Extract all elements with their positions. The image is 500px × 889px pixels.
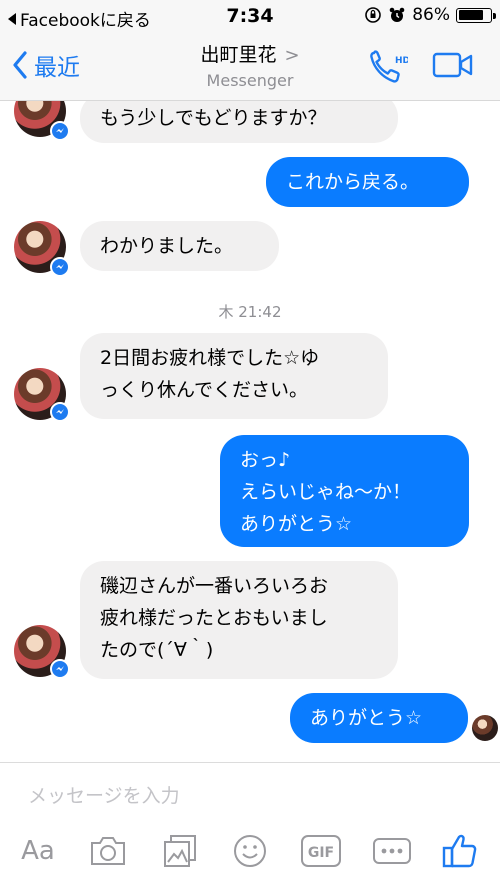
timestamp-divider: 木 21:42	[218, 303, 282, 321]
battery-icon	[456, 7, 496, 23]
message-bubble-outgoing[interactable]: ありがとう☆	[290, 693, 468, 743]
camera-icon	[91, 837, 125, 865]
message-thread[interactable]: もう少しでもどりますか？ これから戻る。 わかりました。 木 21:42 2日間…	[0, 101, 500, 761]
text-format-button[interactable]: Aa	[18, 829, 58, 873]
gallery-icon	[164, 835, 196, 867]
battery-level-fill	[458, 10, 484, 20]
message-bubble-incoming[interactable]: わかりました。	[80, 221, 279, 271]
smiley-icon	[234, 835, 266, 867]
status-bar: Facebookに戻る 7:34 86%	[0, 0, 500, 34]
video-camera-icon	[432, 52, 473, 78]
phone-hd-icon: HD	[370, 50, 410, 83]
thumbs-up-icon	[442, 834, 477, 868]
gif-label: GIF	[308, 845, 334, 861]
message-bubble-incoming[interactable]: 2日間お疲れ様でした☆ゆ っくり休んでください。	[80, 333, 388, 419]
battery-percent: 86%	[412, 5, 450, 25]
gif-button[interactable]: GIF	[298, 829, 344, 873]
message-bubble-incoming[interactable]: 磯辺さんが一番いろいろお 疲れ様だったとおもいまし たので(´∀｀)	[80, 561, 398, 679]
contact-subtitle: Messenger	[206, 71, 294, 90]
alarm-icon	[389, 7, 405, 22]
message-bubble-outgoing[interactable]: おっ♪ えらいじゃね〜か！ ありがとう☆	[220, 435, 469, 547]
status-indicators: 86%	[364, 5, 496, 25]
hd-label: HD	[395, 56, 408, 66]
like-button[interactable]	[438, 829, 482, 873]
message-bubble-incoming[interactable]: もう少しでもどりますか？	[80, 101, 398, 143]
read-receipt-avatar	[472, 715, 498, 741]
message-bubble-outgoing[interactable]: これから戻る。	[266, 157, 469, 207]
messenger-badge-icon	[50, 257, 70, 277]
composer-toolbar: Aa GIF	[0, 829, 500, 879]
sticker-button[interactable]	[228, 829, 272, 873]
messenger-badge-icon	[50, 402, 70, 422]
contact-title[interactable]: 出町里花 > Messenger	[0, 40, 500, 90]
gallery-button[interactable]	[158, 829, 202, 873]
camera-button[interactable]	[86, 829, 130, 873]
contact-name: 出町里花	[200, 44, 277, 66]
video-call-button[interactable]	[432, 50, 474, 84]
more-button[interactable]	[370, 829, 414, 873]
messenger-badge-icon	[50, 121, 70, 141]
composer: Aa GIF	[0, 762, 500, 889]
call-button[interactable]: HD	[368, 48, 410, 90]
chevron-right-icon: >	[284, 45, 300, 66]
message-input[interactable]	[26, 777, 470, 815]
more-icon	[373, 838, 411, 864]
rotation-lock-icon	[365, 7, 382, 23]
gif-icon: GIF	[301, 835, 341, 867]
messenger-badge-icon	[50, 659, 70, 679]
conversation-header: 最近 出町里花 > Messenger HD	[0, 34, 500, 101]
